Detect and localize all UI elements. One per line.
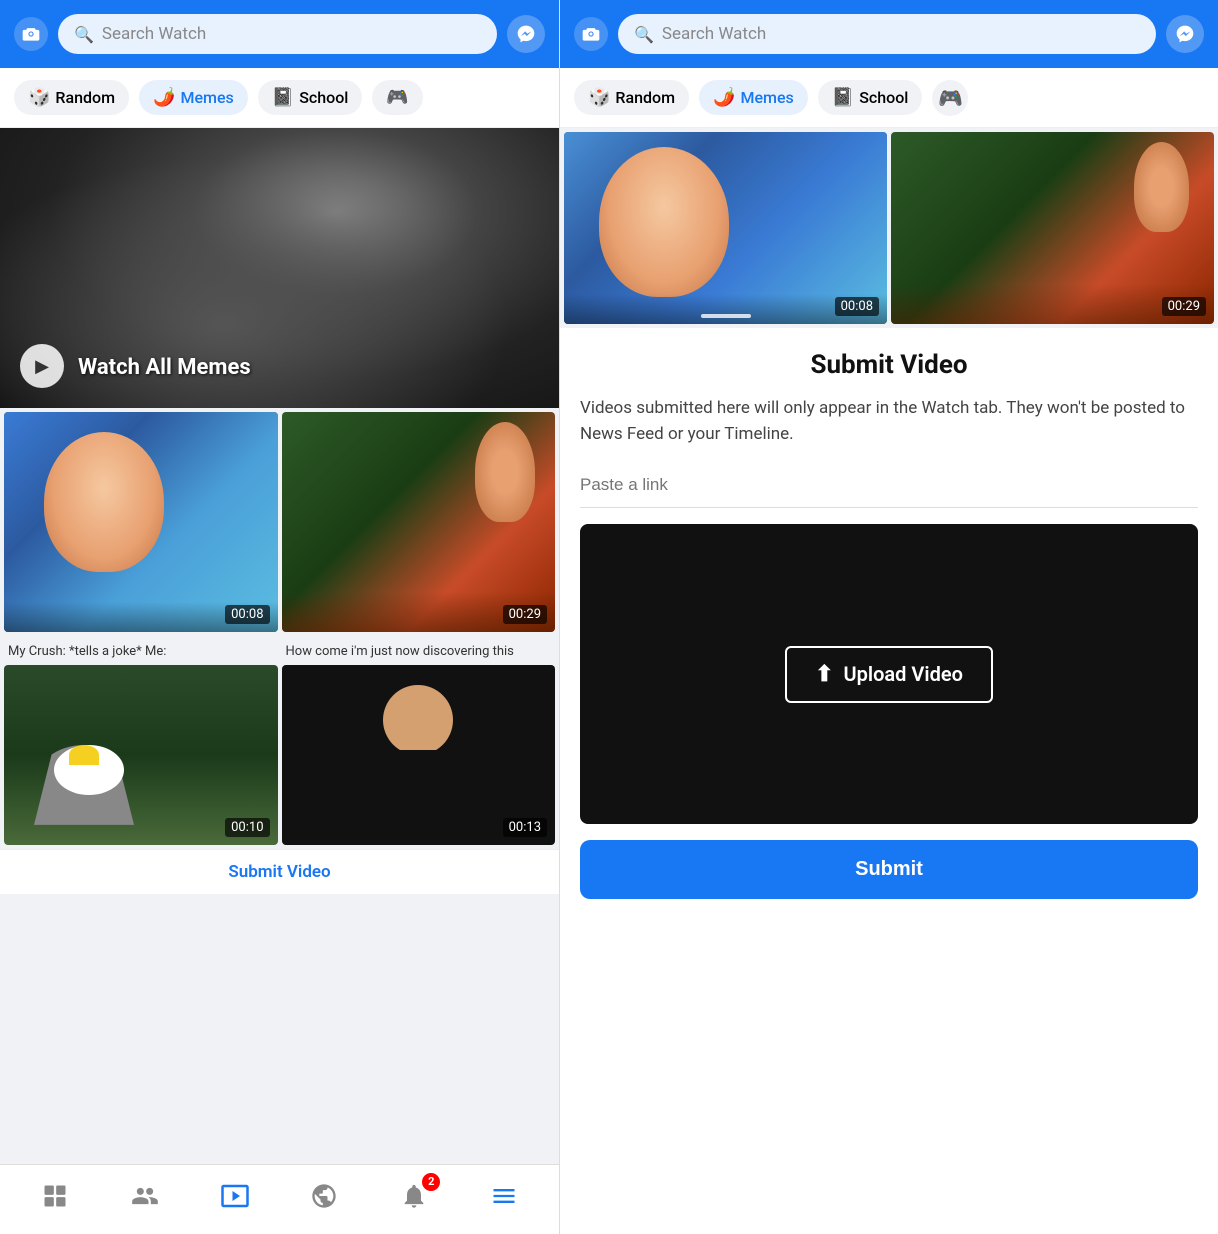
nav-feed[interactable] — [25, 1175, 85, 1225]
left-tab-random[interactable]: 🎲 Random — [14, 80, 129, 115]
duration-badge-1: 00:08 — [225, 605, 269, 624]
right-tab-more[interactable]: 🎮 — [932, 80, 968, 116]
left-tab-memes-label: Memes — [180, 88, 233, 107]
meme-item-2: How come i'm just now discovering this 0… — [282, 640, 556, 845]
right-tab-memes-label: Memes — [740, 88, 793, 107]
paste-link-input[interactable] — [580, 463, 1198, 508]
right-messenger-icon[interactable] — [1166, 15, 1204, 53]
upload-label: Upload Video — [844, 662, 963, 686]
meme-item-1: My Crush: *tells a joke* Me: 00:10 — [4, 640, 278, 845]
groups-icon — [310, 1182, 338, 1217]
submit-label: Submit — [855, 858, 923, 880]
right-school-emoji: 📓 — [832, 87, 854, 108]
left-category-tabs: 🎲 Random 🌶️ Memes 📓 School 🎮 — [0, 68, 559, 128]
right-search-text: Search Watch — [662, 24, 766, 44]
left-tab-random-label: Random — [55, 88, 115, 107]
nav-notifications[interactable]: 2 — [384, 1175, 444, 1225]
right-category-tabs: 🎲 Random 🌶️ Memes 📓 School 🎮 — [560, 68, 1218, 128]
meme-section: My Crush: *tells a joke* Me: 00:10 How c… — [0, 636, 559, 849]
watch-all-label: Watch All Memes — [78, 355, 251, 380]
friends-icon — [131, 1182, 159, 1217]
upload-button[interactable]: ⬆ Upload Video — [785, 646, 993, 703]
right-camera-icon[interactable] — [574, 17, 608, 51]
submit-video-panel: Submit Video Videos submitted here will … — [560, 328, 1218, 1234]
left-submit-video-text: Submit Video — [228, 862, 330, 882]
nav-friends[interactable] — [115, 1175, 175, 1225]
right-top-bar: 🔍 Search Watch — [560, 0, 1218, 68]
right-video-row: 00:08 00:29 — [560, 128, 1218, 328]
nav-groups[interactable] — [294, 1175, 354, 1225]
meme-caption-1: My Crush: *tells a joke* Me: — [4, 640, 278, 661]
upload-arrow-icon: ⬆ — [815, 662, 833, 687]
meme-caption-2: How come i'm just now discovering this — [282, 640, 556, 661]
bottom-nav: 2 — [0, 1164, 559, 1234]
right-duration-2: 00:29 — [1162, 297, 1206, 316]
video-grid-row1: 00:08 00:29 — [0, 408, 559, 636]
left-submit-video-bar[interactable]: Submit Video — [0, 849, 559, 894]
play-button[interactable]: ▶ — [20, 344, 64, 388]
left-search-text: Search Watch — [102, 24, 206, 44]
left-top-bar: 🔍 Search Watch — [0, 0, 559, 68]
watch-icon — [220, 1181, 250, 1218]
right-video-thumb-2[interactable]: 00:29 — [891, 132, 1214, 324]
random-emoji: 🎲 — [28, 87, 50, 108]
right-tab-random[interactable]: 🎲 Random — [574, 80, 689, 115]
right-search-bar[interactable]: 🔍 Search Watch — [618, 14, 1156, 54]
meme-thumb-1[interactable]: 00:10 — [4, 665, 278, 845]
right-tab-memes[interactable]: 🌶️ Memes — [699, 80, 808, 115]
submit-video-title: Submit Video — [580, 350, 1198, 380]
right-tab-school[interactable]: 📓 School — [818, 80, 923, 115]
more-emoji: 🎮 — [386, 87, 408, 108]
meme-thumb-2[interactable]: 00:13 — [282, 665, 556, 845]
left-tab-more[interactable]: 🎮 — [372, 80, 422, 115]
menu-icon — [490, 1182, 518, 1217]
right-search-icon: 🔍 — [634, 25, 654, 44]
left-search-icon: 🔍 — [74, 25, 94, 44]
feed-icon — [41, 1182, 69, 1217]
submit-video-description: Videos submitted here will only appear i… — [580, 396, 1198, 447]
memes-emoji: 🌶️ — [153, 87, 175, 108]
right-panel: 🔍 Search Watch 🎲 Random 🌶️ Memes 📓 Schoo… — [560, 0, 1218, 1234]
right-tab-random-label: Random — [615, 88, 675, 107]
left-tab-school-label: School — [299, 88, 348, 107]
right-random-emoji: 🎲 — [588, 87, 610, 108]
right-memes-emoji: 🌶️ — [713, 87, 735, 108]
left-search-bar[interactable]: 🔍 Search Watch — [58, 14, 497, 54]
video-thumb-1[interactable]: 00:08 — [4, 412, 278, 632]
nav-watch[interactable] — [205, 1175, 265, 1225]
left-camera-icon[interactable] — [14, 17, 48, 51]
notification-badge: 2 — [422, 1173, 440, 1191]
school-emoji: 📓 — [272, 87, 294, 108]
duration-badge-person: 00:13 — [503, 818, 547, 837]
right-duration-1: 00:08 — [835, 297, 879, 316]
right-video-thumb-1[interactable]: 00:08 — [564, 132, 887, 324]
left-tab-school[interactable]: 📓 School — [258, 80, 363, 115]
featured-video[interactable]: ▶ Watch All Memes — [0, 128, 559, 408]
right-tab-school-label: School — [859, 88, 908, 107]
duration-badge-seagull: 00:10 — [225, 818, 269, 837]
submit-button[interactable]: Submit — [580, 840, 1198, 899]
right-more-icon: 🎮 — [938, 86, 963, 110]
upload-area[interactable]: ⬆ Upload Video — [580, 524, 1198, 824]
video-thumb-2[interactable]: 00:29 — [282, 412, 556, 632]
left-panel: 🔍 Search Watch 🎲 Random 🌶️ Memes 📓 Schoo… — [0, 0, 560, 1234]
nav-menu[interactable] — [474, 1175, 534, 1225]
left-tab-memes[interactable]: 🌶️ Memes — [139, 80, 248, 115]
left-messenger-icon[interactable] — [507, 15, 545, 53]
duration-badge-2: 00:29 — [503, 605, 547, 624]
left-content-area: ▶ Watch All Memes 00:08 00:29 — [0, 128, 559, 1164]
